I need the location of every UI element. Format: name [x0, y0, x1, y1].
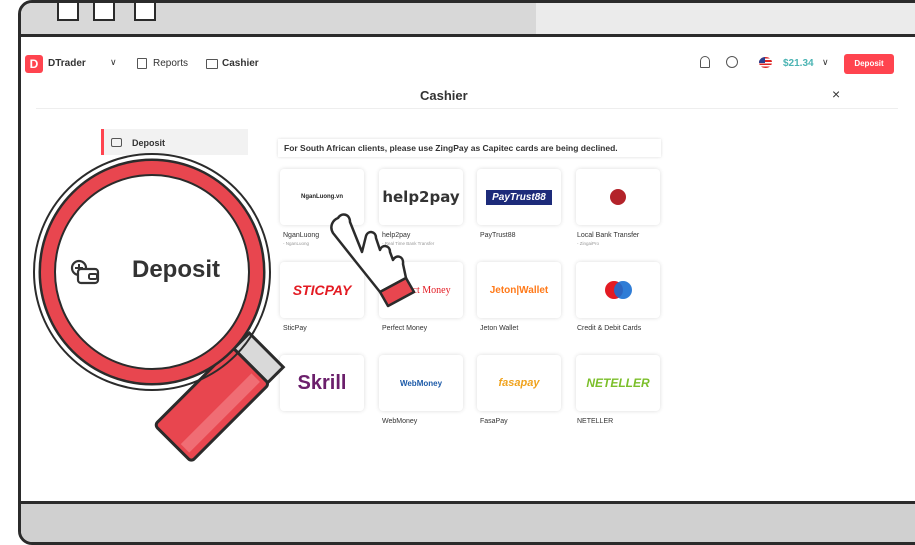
local-bank-logo	[610, 189, 626, 205]
close-icon[interactable]: ×	[832, 86, 840, 102]
payment-method-name: FasaPay	[480, 418, 508, 425]
cashier-icon	[206, 59, 218, 69]
payment-card-credit-debit[interactable]	[576, 262, 660, 318]
account-balance[interactable]: $21.34	[783, 58, 814, 69]
deposit-button[interactable]: Deposit	[844, 54, 894, 74]
bell-icon[interactable]	[700, 56, 710, 68]
payment-method-name: Local Bank Transfer	[577, 232, 640, 239]
nganluong-logo: NganLuong.vn	[301, 194, 343, 200]
payment-card-perfect-money[interactable]: Perfect Money	[379, 262, 463, 318]
payment-method-name: Credit & Debit Cards	[577, 325, 642, 332]
payment-method-name: Jeton Wallet	[480, 325, 519, 332]
dtrader-menu[interactable]: DTrader	[48, 58, 86, 69]
payment-method-name: SticPay	[283, 325, 307, 332]
window-control-icon[interactable]	[134, 3, 156, 21]
payment-method-name: NganLuong	[283, 232, 320, 239]
page-title: Cashier	[420, 88, 468, 103]
sidebar-item-deposit[interactable]	[101, 129, 248, 155]
skrill-logo: Skrill	[297, 371, 347, 394]
payment-method-sub: - NganLuong	[283, 241, 310, 246]
webmoney-logo: WebMoney	[399, 378, 443, 388]
window-control-icon[interactable]	[93, 3, 115, 21]
payment-card-fasapay[interactable]: fasapay	[477, 355, 561, 411]
payment-card-sticpay[interactable]: STICPAY	[280, 262, 364, 318]
payment-card-nganluong[interactable]: NganLuong.vn	[280, 169, 364, 225]
payment-card-local-bank[interactable]	[576, 169, 660, 225]
sidebar-item-label: Deposit	[132, 138, 166, 148]
divider	[36, 108, 898, 109]
maestro-logo	[603, 281, 633, 299]
payment-card-paytrust88[interactable]: PayTrust88	[477, 169, 561, 225]
sticpay-logo: STICPAY	[292, 282, 352, 298]
chevron-down-icon[interactable]: ∨	[822, 57, 829, 68]
reports-icon	[137, 58, 147, 69]
payment-card-skrill[interactable]: Skrill	[280, 355, 364, 411]
chevron-down-icon[interactable]: ∨	[110, 57, 117, 68]
us-flag-icon[interactable]	[759, 57, 772, 68]
top-nav: D DTrader ∨ Reports Cashier $21.34 ∨ Dep…	[18, 54, 898, 78]
browser-footer	[21, 501, 915, 542]
notice-banner: For South African clients, please use Zi…	[278, 139, 661, 157]
jeton-logo: Jeton|Wallet	[489, 284, 549, 296]
magnified-deposit-label: Deposit	[132, 256, 221, 283]
payment-card-webmoney[interactable]: WebMoney	[379, 355, 463, 411]
deriv-logo[interactable]: D	[25, 55, 43, 73]
cashier-link[interactable]: Cashier	[222, 58, 259, 69]
payment-card-neteller[interactable]: NETELLER	[576, 355, 660, 411]
wallet-icon	[111, 138, 122, 147]
wallet-plus-icon	[70, 259, 100, 285]
payment-method-name: WebMoney	[382, 418, 418, 425]
help2pay-logo: help2pay	[382, 188, 460, 206]
neteller-logo: NETELLER	[586, 376, 650, 390]
paytrust-logo: PayTrust88	[486, 189, 552, 205]
perfect-money-logo: Perfect Money	[391, 284, 451, 296]
payment-card-help2pay[interactable]: help2pay	[379, 169, 463, 225]
payment-card-jeton[interactable]: Jeton|Wallet	[477, 262, 561, 318]
payment-method-name: help2pay	[382, 232, 411, 239]
payment-method-sub: - Real Time Bank Transfer	[382, 241, 435, 246]
address-bar[interactable]	[536, 3, 915, 34]
payment-method-sub: - ZingaiPro	[577, 241, 600, 246]
reports-link[interactable]: Reports	[153, 58, 188, 69]
window-control-icon[interactable]	[57, 3, 79, 21]
payment-method-name: NETELLER	[577, 418, 614, 425]
account-settings-icon[interactable]	[726, 56, 738, 68]
payment-method-name: PayTrust88	[480, 232, 516, 239]
fasapay-logo: fasapay	[498, 377, 540, 389]
payment-method-name: Perfect Money	[382, 325, 428, 332]
